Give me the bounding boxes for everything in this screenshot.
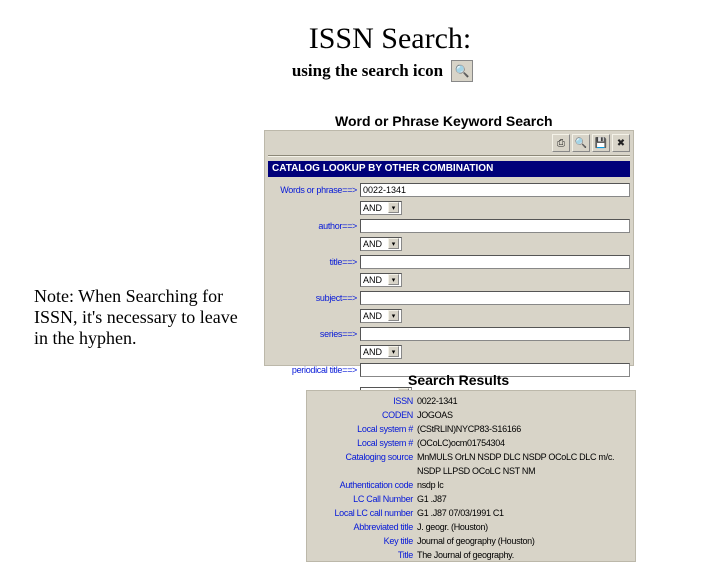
bool-op-select-4[interactable]: AND ▾ [360,309,402,323]
result-row: Local LC call numberG1 .J87 07/03/1991 C… [307,508,635,522]
bool-op-value: AND [363,311,382,321]
save-icon[interactable]: 💾 [592,134,610,152]
catsrc-label: Cataloging source [307,452,417,462]
subtitle-text: using the search icon [292,61,443,81]
search-icon[interactable]: 🔍 [451,60,473,82]
result-row: Key titleJournal of geography (Houston) [307,536,635,550]
abbrtitle-label: Abbreviated title [307,522,417,532]
localsys1-value: (CStRLIN)NYCP83-S16166 [417,424,521,434]
abbrtitle-value: J. geogr. (Houston) [417,522,488,532]
chevron-down-icon: ▾ [388,238,399,249]
localsys2-label: Local system # [307,438,417,448]
panel2-heading: Search Results [408,372,509,388]
fulltitle-value: The Journal of geography. [417,550,514,560]
chevron-down-icon: ▾ [388,274,399,285]
issn-value: 0022-1341 [417,396,457,406]
result-row: LC Call NumberG1 .J87 [307,494,635,508]
coden-label: CODEN [307,410,417,420]
panel1-toolbar: ⎙ 🔍 💾 ✖ [552,134,630,152]
title-input[interactable] [360,255,630,269]
subject-label: subject==> [268,293,360,303]
subtitle-row: using the search icon 🔍 [45,60,720,82]
chevron-down-icon: ▾ [388,202,399,213]
bool-op-select-3[interactable]: AND ▾ [360,273,402,287]
page-title: ISSN Search: [60,22,720,56]
chevron-down-icon: ▾ [388,346,399,357]
series-input[interactable] [360,327,630,341]
divider [268,155,630,157]
localsys2-value: (OCoLC)ocm01754304 [417,438,505,448]
result-row: CODENJOGOAS [307,410,635,424]
bool-op-select-1[interactable]: AND ▾ [360,201,402,215]
keytitle-value: Journal of geography (Houston) [417,536,535,546]
panel1-heading: Word or Phrase Keyword Search [335,113,553,129]
catsrc2-value: NSDP LLPSD OCoLC NST NM [417,466,535,476]
locallc-label: Local LC call number [307,508,417,518]
locallc-value: G1 .J87 07/03/1991 C1 [417,508,504,518]
words-phrase-label: Words or phrase==> [268,185,360,195]
bool-op-value: AND [363,203,382,213]
lccall-value: G1 .J87 [417,494,446,504]
result-row: Authentication codensdp lc [307,480,635,494]
authcode-label: Authentication code [307,480,417,490]
bool-op-select-5[interactable]: AND ▾ [360,345,402,359]
search-results-panel: ISSN0022-1341 CODENJOGOAS Local system #… [306,390,636,562]
close-icon[interactable]: ✖ [612,134,630,152]
title-label: title==> [268,257,360,267]
fulltitle-label: Title [307,550,417,560]
chevron-down-icon: ▾ [388,310,399,321]
bool-op-value: AND [363,275,382,285]
print-icon[interactable]: ⎙ [552,134,570,152]
keytitle-label: Key title [307,536,417,546]
note-text: Note: When Searching for ISSN, it's nece… [34,286,254,350]
lookup-form: Words or phrase==> AND ▾ author==> AND ▾… [268,181,630,403]
result-row: NSDP LLPSD OCoLC NST NM [307,466,635,480]
author-label: author==> [268,221,360,231]
author-input[interactable] [360,219,630,233]
result-row: Abbreviated titleJ. geogr. (Houston) [307,522,635,536]
binoculars-icon[interactable]: 🔍 [572,134,590,152]
authcode-value: nsdp lc [417,480,443,490]
bool-op-value: AND [363,239,382,249]
periodical-title-label: periodical title==> [268,365,360,375]
lccall-label: LC Call Number [307,494,417,504]
bool-op-value: AND [363,347,382,357]
result-row: ISSN0022-1341 [307,396,635,410]
result-row: TitleThe Journal of geography. [307,550,635,564]
catalog-lookup-panel: ⎙ 🔍 💾 ✖ CATALOG LOOKUP BY OTHER COMBINAT… [264,130,634,366]
subject-input[interactable] [360,291,630,305]
bool-op-select-2[interactable]: AND ▾ [360,237,402,251]
issn-label: ISSN [307,396,417,406]
panel1-header-bar: CATALOG LOOKUP BY OTHER COMBINATION [268,161,630,177]
catsrc-value: MnMULS OrLN NSDP DLC NSDP OCoLC DLC m/c. [417,452,614,462]
coden-value: JOGOAS [417,410,453,420]
result-row: Cataloging sourceMnMULS OrLN NSDP DLC NS… [307,452,635,466]
words-phrase-input[interactable] [360,183,630,197]
localsys1-label: Local system # [307,424,417,434]
results-content: ISSN0022-1341 CODENJOGOAS Local system #… [307,391,635,564]
result-row: Local system #(OCoLC)ocm01754304 [307,438,635,452]
series-label: series==> [268,329,360,339]
result-row: Local system #(CStRLIN)NYCP83-S16166 [307,424,635,438]
